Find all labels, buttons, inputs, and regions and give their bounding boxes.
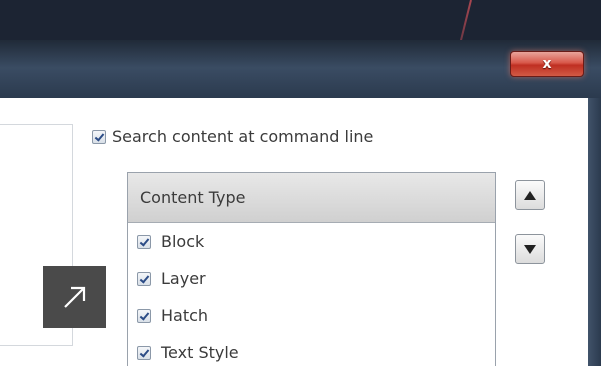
list-item-label: Hatch [161, 306, 209, 325]
move-up-button[interactable] [515, 180, 545, 210]
layer-checkbox[interactable] [137, 271, 151, 286]
search-content-label: Search content at command line [112, 127, 374, 146]
search-content-option[interactable]: Search content at command line [92, 127, 373, 146]
list-item-label: Block [161, 232, 205, 251]
triangle-down-icon [524, 244, 536, 254]
content-type-list: Content Type Block Layer Hatch Text Styl… [127, 172, 496, 366]
list-item-label: Layer [161, 269, 206, 288]
list-item-layer[interactable]: Layer [128, 260, 495, 297]
block-checkbox[interactable] [137, 234, 151, 249]
arrow-up-right-icon [63, 286, 85, 308]
list-item-block[interactable]: Block [128, 223, 495, 260]
list-item-text-style[interactable]: Text Style [128, 334, 495, 366]
expand-button[interactable] [43, 266, 106, 328]
close-button[interactable]: x [510, 51, 584, 77]
dialog-body: Search content at command line Content T… [0, 98, 588, 366]
content-type-header: Content Type [128, 173, 495, 223]
content-type-header-label: Content Type [140, 188, 246, 207]
search-content-checkbox[interactable] [92, 129, 106, 144]
window-frame-edge [588, 98, 601, 366]
triangle-up-icon [524, 190, 536, 200]
hatch-checkbox[interactable] [137, 308, 151, 323]
close-icon: x [542, 56, 552, 72]
list-item-hatch[interactable]: Hatch [128, 297, 495, 334]
text-style-checkbox[interactable] [137, 345, 151, 360]
list-item-label: Text Style [161, 343, 239, 362]
move-down-button[interactable] [515, 234, 545, 264]
